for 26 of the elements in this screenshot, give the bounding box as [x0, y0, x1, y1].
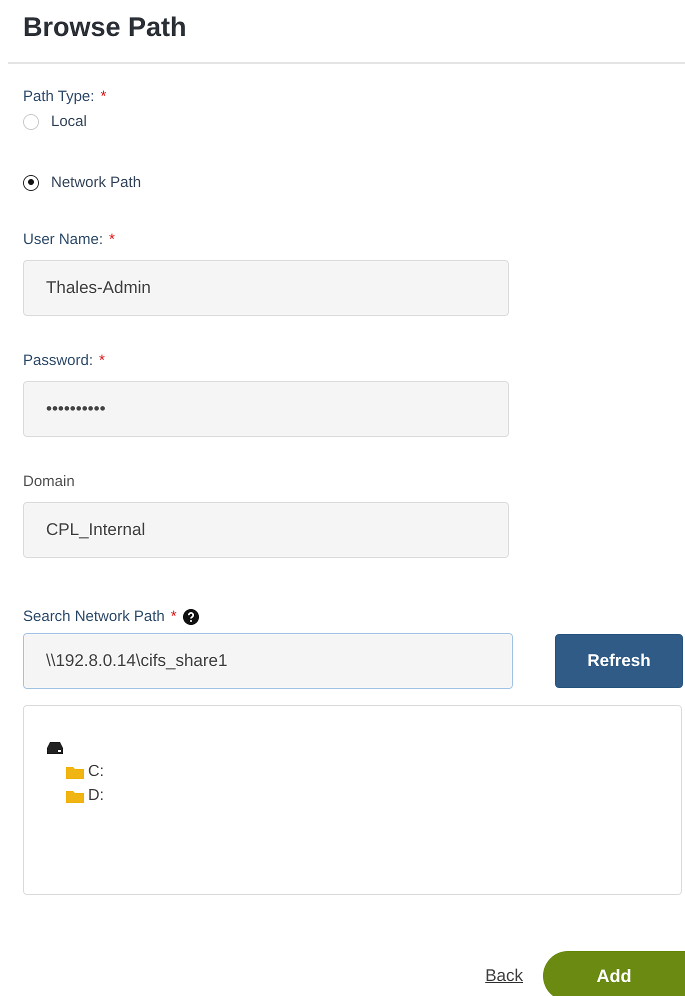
search-field[interactable]: \\192.8.0.14\cifs_share1 [23, 633, 513, 689]
tree-item[interactable]: C: [88, 763, 104, 781]
required-asterisk: * [109, 231, 115, 248]
drive-icon [46, 741, 64, 755]
required-asterisk: * [100, 88, 106, 105]
field-label: Search Network Path [23, 608, 165, 625]
tree-item[interactable]: D: [88, 787, 104, 805]
required-asterisk: * [99, 352, 105, 369]
back-link[interactable]: Back [485, 966, 523, 986]
folder-icon [66, 789, 84, 803]
add-button[interactable]: Add [543, 951, 685, 996]
input-field[interactable]: CPL_Internal [23, 502, 509, 558]
refresh-button[interactable]: Refresh [555, 634, 683, 688]
folder-icon [66, 765, 84, 779]
radio-button[interactable] [23, 174, 39, 190]
help-icon[interactable] [182, 608, 199, 624]
radio-option[interactable]: Network Path [23, 174, 142, 191]
dialog-title: Browse Path [22, 11, 187, 44]
field-label: Password: [23, 352, 94, 369]
radio-option[interactable]: Local [23, 113, 87, 130]
field-label: Domain [23, 473, 75, 490]
required-asterisk: * [170, 608, 177, 625]
field-label: User Name: [23, 231, 104, 248]
field-label: Path Type: [23, 88, 94, 105]
input-field[interactable]: •••••••••• [23, 381, 509, 437]
input-field[interactable]: Thales-Admin [23, 260, 509, 316]
